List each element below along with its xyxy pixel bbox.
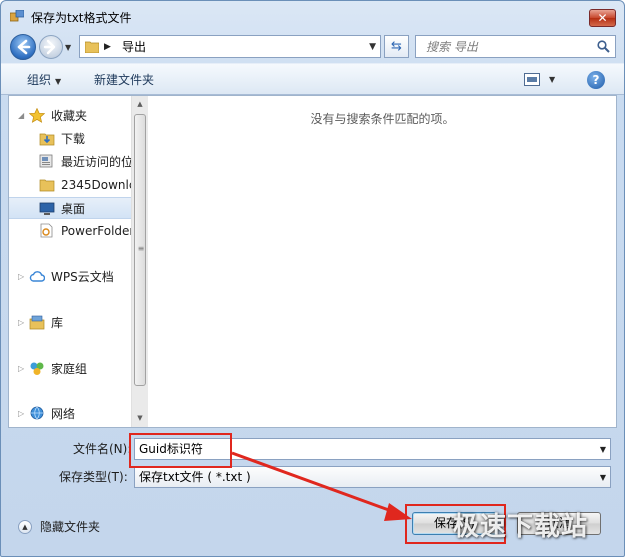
scroll-down-icon[interactable]: ▼ [132, 410, 148, 427]
address-dropdown-icon[interactable]: ▼ [369, 41, 376, 53]
cloud-icon [29, 271, 45, 282]
filetype-label: 保存类型(T): [59, 470, 128, 484]
expand-triangle-icon[interactable]: ▷ [18, 408, 24, 420]
filename-dropdown-icon[interactable]: ▼ [600, 444, 606, 456]
star-icon [29, 108, 45, 123]
network-icon [30, 406, 44, 420]
filetype-select[interactable]: 保存txt文件 ( *.txt ) ▼ [134, 466, 611, 488]
save-dialog: 保存为txt格式文件 ✕ ▼ ▶ 导出 ▼ ⇆ 搜索 导出 组织 ▼ 新建文件夹… [0, 0, 625, 557]
search-input[interactable]: 搜索 导出 [415, 35, 616, 58]
grip-icon: ≡ [137, 244, 145, 253]
expand-triangle-icon[interactable]: ▷ [18, 317, 24, 329]
navigation-pane[interactable]: ◢ 收藏夹 下载 最近访问的位 2345Downlc 桌面 PowerFolde… [9, 96, 131, 427]
library-icon [29, 315, 45, 330]
sidebar-item-libraries[interactable]: ▷ 库 [9, 312, 131, 334]
close-button[interactable]: ✕ [589, 9, 616, 27]
arrow-right-icon [43, 39, 56, 55]
navigation-scrollbar[interactable]: ▲ ≡ ▼ [131, 96, 148, 427]
breadcrumb-current[interactable]: 导出 [122, 40, 146, 54]
folder-icon [85, 41, 99, 53]
filetype-value: 保存txt文件 ( *.txt ) [139, 470, 251, 484]
command-toolbar: 组织 ▼ 新建文件夹 ▼ ? [1, 63, 624, 95]
arrow-left-icon [17, 39, 31, 55]
chevron-up-icon: ▲ [18, 520, 32, 534]
sidebar-item-favorites[interactable]: ◢ 收藏夹 [9, 105, 131, 127]
homegroup-icon [30, 362, 44, 375]
folder-icon [39, 179, 55, 192]
filename-highlight-box [129, 433, 232, 468]
search-placeholder: 搜索 导出 [426, 40, 478, 54]
sidebar-item-recent[interactable]: 最近访问的位 [9, 151, 131, 173]
title-bar[interactable]: 保存为txt格式文件 ✕ [1, 1, 624, 31]
sidebar-item-network[interactable]: ▷ 网络 [9, 403, 131, 425]
filename-label: 文件名(N): [73, 442, 132, 456]
search-icon[interactable] [597, 40, 610, 53]
expand-triangle-icon[interactable]: ▷ [18, 363, 24, 375]
sidebar-item-powerfolder[interactable]: PowerFolder [9, 220, 131, 242]
browser-body: ◢ 收藏夹 下载 最近访问的位 2345Downlc 桌面 PowerFolde… [8, 95, 617, 428]
address-bar[interactable]: ▶ 导出 ▼ [79, 35, 381, 58]
empty-results-message: 没有与搜索条件匹配的项。 [310, 112, 455, 126]
scroll-up-icon[interactable]: ▲ [132, 96, 148, 113]
breadcrumb-chevron-icon[interactable]: ▶ [104, 40, 111, 54]
desktop-icon [39, 202, 55, 215]
sidebar-item-wps-cloud[interactable]: ▷ WPS云文档 [9, 266, 131, 288]
history-dropdown-icon[interactable]: ▼ [65, 43, 74, 52]
dialog-app-icon [10, 10, 24, 22]
navigation-bar: ▼ ▶ 导出 ▼ ⇆ 搜索 导出 [1, 31, 624, 61]
hide-folders-label: 隐藏文件夹 [40, 520, 101, 534]
file-list[interactable]: 没有与搜索条件匹配的项。 [149, 96, 616, 427]
sidebar-item-homegroup[interactable]: ▷ 家庭组 [9, 358, 131, 380]
new-folder-button[interactable]: 新建文件夹 [94, 72, 154, 88]
sidebar-item-downloads[interactable]: 下载 [9, 128, 131, 150]
download-folder-icon [39, 133, 55, 146]
watermark-logo: 极速下载站 [453, 512, 589, 542]
window-title: 保存为txt格式文件 [31, 11, 132, 25]
sidebar-item-2345downloads[interactable]: 2345Downlc [9, 174, 131, 196]
forward-button[interactable] [39, 35, 63, 59]
close-icon: ✕ [597, 11, 608, 25]
organize-button[interactable]: 组织 ▼ [27, 72, 61, 90]
refresh-button[interactable]: ⇆ [384, 35, 409, 58]
expand-triangle-icon[interactable]: ▷ [18, 271, 24, 283]
filetype-dropdown-icon[interactable]: ▼ [600, 472, 606, 484]
recent-places-icon [39, 154, 53, 168]
view-dropdown-icon[interactable]: ▼ [549, 75, 555, 85]
powerfolder-icon [40, 223, 53, 238]
expand-triangle-icon[interactable]: ◢ [18, 110, 24, 122]
scrollbar-thumb[interactable]: ≡ [134, 114, 146, 386]
sidebar-item-desktop[interactable]: 桌面 [9, 197, 131, 219]
refresh-icon: ⇆ [391, 39, 402, 54]
back-button[interactable] [10, 34, 36, 60]
chevron-down-icon: ▼ [55, 77, 62, 86]
help-button[interactable]: ? [587, 71, 605, 89]
view-options-icon[interactable] [524, 73, 540, 86]
